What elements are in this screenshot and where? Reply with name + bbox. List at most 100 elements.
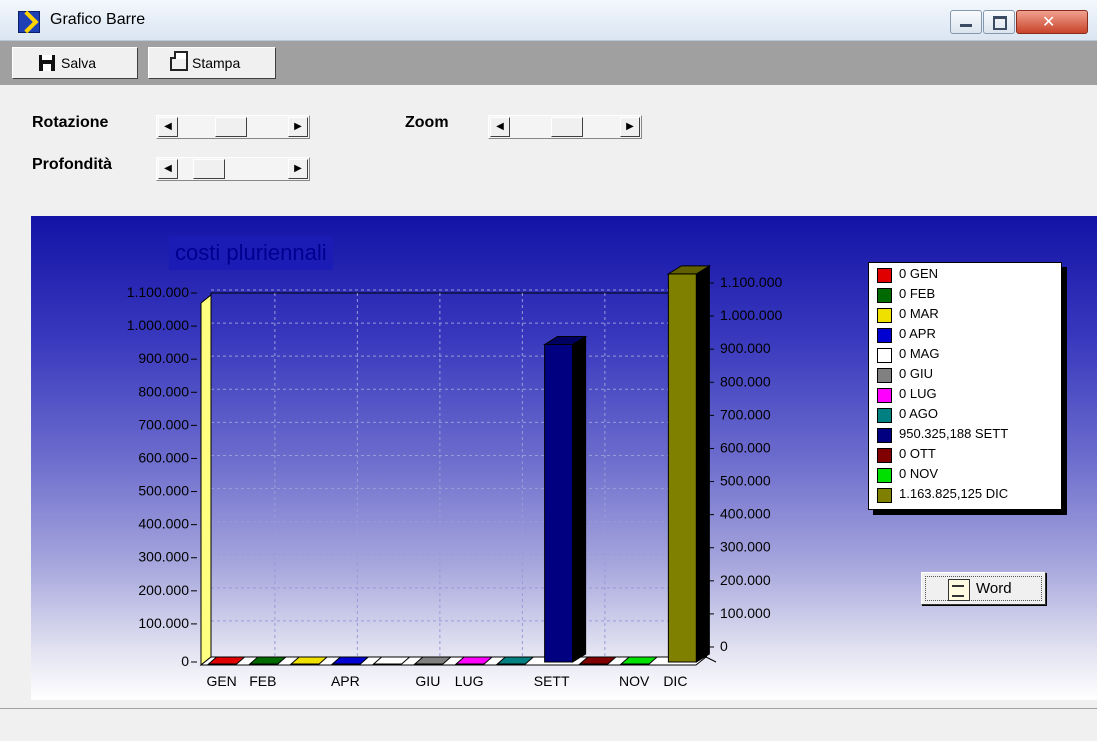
- y-tick-label-left: 0: [181, 653, 189, 669]
- printer-icon: [170, 51, 188, 71]
- scroll-left-icon[interactable]: ◀: [158, 159, 178, 179]
- bar-chart-panel: costi pluriennali 0 0 100.000 100.000 200.00…: [31, 216, 1097, 700]
- legend-swatch: [877, 348, 892, 363]
- status-bar: [0, 708, 1097, 741]
- word-button-label: Word: [976, 580, 1012, 597]
- scroll-right-icon[interactable]: ▶: [288, 117, 308, 137]
- word-button-focus: Word: [925, 576, 1042, 601]
- app-window: Grafico Barre ✕ Salva Stampa Rotazione ◀…: [0, 0, 1097, 741]
- legend-swatch: [877, 428, 892, 443]
- y-tick-label-left: 1.100.000: [127, 284, 189, 300]
- y-tick-label-right: 1.000.000: [720, 307, 782, 323]
- bar-side-sett: [572, 335, 587, 663]
- y-tick-label-right: 100.000: [720, 605, 771, 621]
- profondita-scroll-thumb[interactable]: [193, 159, 225, 179]
- y-tick-label-left: 600.000: [138, 449, 189, 465]
- y-tick-label-right: 0: [720, 638, 728, 654]
- y-tick-label-right: 700.000: [720, 406, 771, 422]
- minimize-button[interactable]: [950, 10, 982, 34]
- y-tick-label-left: 100.000: [138, 615, 189, 631]
- scroll-right-icon[interactable]: ▶: [620, 117, 640, 137]
- y-tick-label-left: 700.000: [138, 416, 189, 432]
- legend-swatch: [877, 288, 892, 303]
- y-tick-label-right: 1.100.000: [720, 274, 782, 290]
- right-axis-base: [705, 656, 717, 663]
- x-tick-label: APR: [331, 673, 360, 689]
- rotazione-scrollbar[interactable]: ◀ ▶: [156, 115, 310, 139]
- legend-label: 0 GIU: [899, 366, 933, 381]
- y-tick-label-left: 200.000: [138, 582, 189, 598]
- legend-swatch: [877, 268, 892, 283]
- x-tick-label: LUG: [455, 673, 484, 689]
- y-tick-label-right: 400.000: [720, 506, 771, 522]
- legend-label: 950.325,188 SETT: [899, 426, 1009, 441]
- x-tick-label: SETT: [534, 673, 570, 689]
- y-tick-label-left: 500.000: [138, 483, 189, 499]
- legend-swatch: [877, 368, 892, 383]
- y-tick-label-right: 500.000: [720, 473, 771, 489]
- legend-label: 0 LUG: [899, 386, 937, 401]
- title-bar: Grafico Barre ✕: [0, 0, 1097, 41]
- legend-swatch: [877, 308, 892, 323]
- y-tick-label-right: 600.000: [720, 439, 771, 455]
- legend-label: 0 APR: [899, 326, 936, 341]
- window-title: Grafico Barre: [50, 11, 146, 28]
- zoom-scroll-thumb[interactable]: [551, 117, 583, 137]
- legend-label: 0 MAG: [899, 346, 940, 361]
- x-tick-label: NOV: [619, 673, 650, 689]
- legend-swatch: [877, 408, 892, 423]
- legend-swatch: [877, 468, 892, 483]
- legend-swatch: [877, 448, 892, 463]
- y-tick-label-right: 200.000: [720, 572, 771, 588]
- profondita-label: Profondità: [32, 156, 112, 173]
- legend-swatch: [877, 328, 892, 343]
- x-tick-label: GIU: [415, 673, 440, 689]
- rotazione-scroll-thumb[interactable]: [215, 117, 247, 137]
- maximize-button[interactable]: [983, 10, 1015, 34]
- floppy-disk-icon: [39, 55, 55, 71]
- minimize-icon: [960, 24, 972, 27]
- y-tick-label-left: 400.000: [138, 516, 189, 532]
- legend-label: 1.163.825,125 DIC: [899, 486, 1009, 501]
- y-tick-label-right: 800.000: [720, 373, 771, 389]
- zoom-label: Zoom: [405, 114, 449, 131]
- x-tick-label: FEB: [249, 673, 276, 689]
- legend-label: 0 AGO: [899, 406, 939, 421]
- legend-swatch: [877, 388, 892, 403]
- close-icon: ✕: [1042, 12, 1056, 31]
- chart-legend: 0 GEN 0 FEB 0 MAR 0 APR 0 MAG 0 GIU 0 LUG 0 AGO…: [868, 262, 1062, 510]
- maximize-icon: [993, 16, 1007, 30]
- zoom-scrollbar[interactable]: ◀ ▶: [488, 115, 642, 139]
- left-side-wall: [200, 293, 212, 667]
- y-tick-label-left: 900.000: [138, 350, 189, 366]
- legend-swatch: [877, 488, 892, 503]
- word-document-icon: [948, 579, 970, 601]
- plot-back-wall: [210, 292, 707, 658]
- legend-label: 0 FEB: [899, 286, 936, 301]
- bar-side-dic: [695, 264, 710, 663]
- y-tick-label-left: 800.000: [138, 383, 189, 399]
- legend-label: 0 MAR: [899, 306, 939, 321]
- y-tick-label-right: 900.000: [720, 340, 771, 356]
- bar-dic: [667, 273, 697, 663]
- save-button[interactable]: Salva: [12, 47, 138, 79]
- profondita-scrollbar[interactable]: ◀ ▶: [156, 157, 310, 181]
- scroll-right-icon[interactable]: ▶: [288, 159, 308, 179]
- app-icon: [15, 10, 40, 34]
- y-tick-label-right: 300.000: [720, 539, 771, 555]
- legend-label: 0 NOV: [899, 466, 939, 481]
- scroll-left-icon[interactable]: ◀: [490, 117, 510, 137]
- toolbar: Salva Stampa: [0, 41, 1097, 85]
- word-export-button[interactable]: Word: [921, 572, 1046, 605]
- print-button-label: Stampa: [192, 55, 241, 71]
- legend-label: 0 GEN: [899, 266, 939, 281]
- y-tick-label-left: 1.000.000: [127, 317, 189, 333]
- rotazione-label: Rotazione: [32, 114, 109, 131]
- legend-label: 0 OTT: [899, 446, 936, 461]
- y-tick-label-left: 300.000: [138, 549, 189, 565]
- scroll-left-icon[interactable]: ◀: [158, 117, 178, 137]
- x-tick-label: GEN: [206, 673, 236, 689]
- print-button[interactable]: Stampa: [148, 47, 276, 79]
- x-tick-label: DIC: [663, 673, 687, 689]
- close-button[interactable]: ✕: [1016, 10, 1088, 34]
